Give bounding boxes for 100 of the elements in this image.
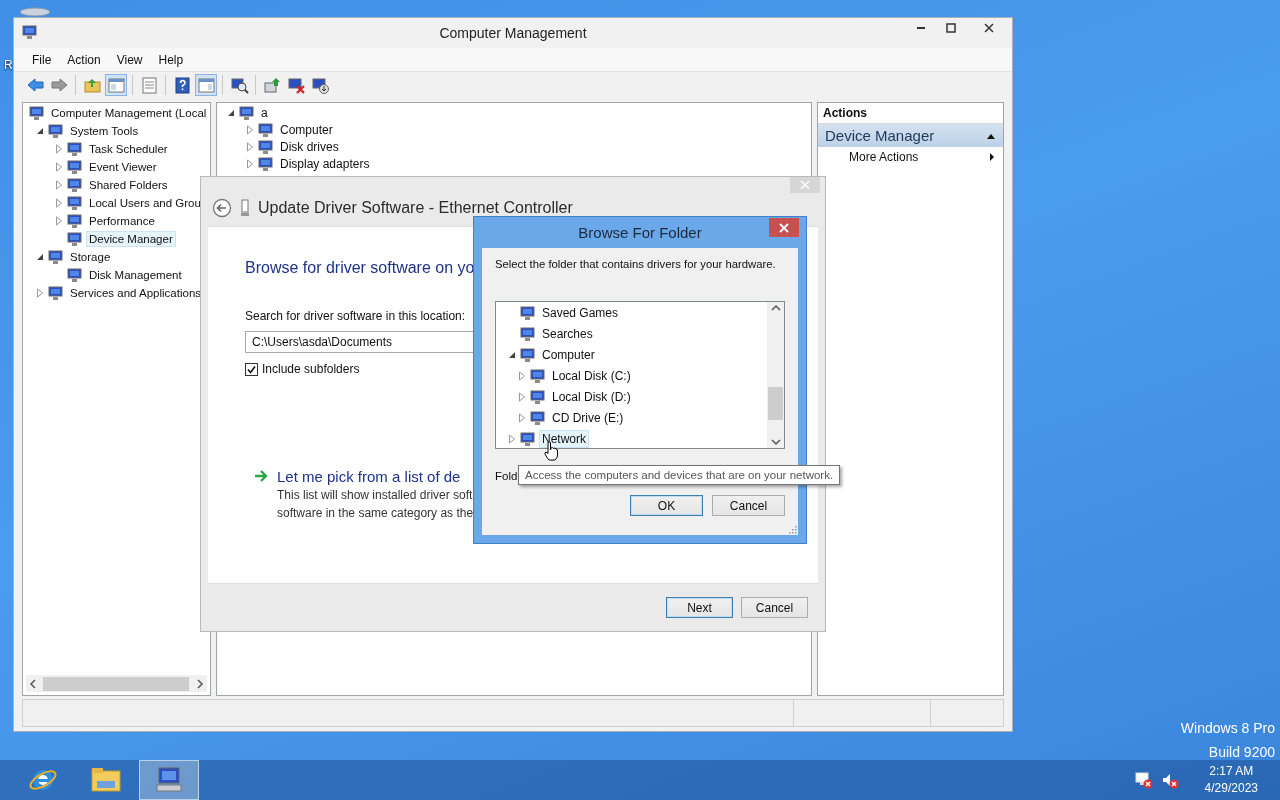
- tree-item[interactable]: Local Disk (C:): [549, 366, 634, 385]
- computer-icon: [154, 765, 184, 795]
- action-item[interactable]: More Actions: [818, 147, 1003, 167]
- computer-icon: [258, 155, 273, 172]
- instruction-text: Select the folder that contains drivers for your hardware.: [495, 258, 776, 270]
- menu-item[interactable]: Action: [59, 50, 109, 69]
- tree-item[interactable]: Searches: [539, 324, 596, 343]
- close-button[interactable]: [769, 218, 799, 237]
- desktop-icon-label: R: [4, 58, 13, 72]
- computer-icon: [67, 159, 82, 175]
- close-icon: [984, 23, 994, 33]
- dialog-button[interactable]: Cancel: [741, 597, 808, 618]
- computer-icon: [67, 195, 82, 211]
- scroll-thumb[interactable]: [43, 676, 189, 691]
- expand-arrow-icon[interactable]: [518, 412, 526, 423]
- list-icon: [139, 75, 159, 95]
- horizontal-scrollbar[interactable]: [26, 675, 207, 692]
- checkbox-label: Include subfolders: [262, 362, 360, 376]
- dialog-button[interactable]: Cancel: [712, 495, 785, 516]
- edition-text: Windows 8 Pro: [1180, 719, 1275, 738]
- network-error-icon[interactable]: [1134, 771, 1153, 789]
- tree-item[interactable]: Computer Management (Local: [48, 105, 210, 121]
- tree-pane-icon: [106, 75, 126, 95]
- minimize-icon: [916, 27, 926, 29]
- tree-item[interactable]: Disk drives: [277, 137, 342, 156]
- collapse-arrow-icon[interactable]: [36, 127, 44, 135]
- arrow-icon: [253, 468, 269, 484]
- expand-arrow-icon[interactable]: [55, 216, 63, 226]
- tree-item[interactable]: Computer: [539, 345, 598, 364]
- expand-arrow-icon[interactable]: [36, 288, 44, 298]
- menu-item[interactable]: Help: [150, 50, 192, 69]
- collapse-arrow-icon[interactable]: [36, 253, 44, 261]
- computer-icon: [48, 249, 63, 265]
- computer-icon: [48, 123, 63, 139]
- computer-icon: [530, 367, 545, 384]
- vertical-scrollbar[interactable]: [767, 302, 784, 448]
- expand-arrow-icon[interactable]: [246, 124, 254, 135]
- tree-item[interactable]: Local Disk (D:): [549, 387, 634, 406]
- disable-icon: [286, 75, 306, 95]
- computer-icon: [520, 304, 535, 321]
- expand-arrow-icon[interactable]: [55, 198, 63, 208]
- tree-item[interactable]: Disk Management: [86, 267, 185, 283]
- close-icon: [779, 222, 789, 233]
- expand-arrow-icon[interactable]: [518, 391, 526, 402]
- scroll-thumb[interactable]: [768, 387, 783, 420]
- tree-item[interactable]: Event Viewer: [86, 159, 160, 175]
- computer-icon: [29, 105, 44, 121]
- tree-item[interactable]: Local Users and Grou: [86, 195, 204, 211]
- menu-item[interactable]: View: [108, 50, 151, 69]
- checkbox[interactable]: [245, 362, 258, 376]
- tree-item[interactable]: Computer: [277, 120, 336, 139]
- actions-section-header[interactable]: Device Manager: [818, 124, 1003, 147]
- clock-date: 4/29/2023: [1204, 780, 1258, 797]
- computer-icon: [520, 346, 535, 363]
- scroll-down-icon[interactable]: [770, 436, 781, 448]
- tree-item[interactable]: Device Manager: [86, 231, 176, 247]
- tree-item[interactable]: Storage: [67, 249, 114, 265]
- expand-arrow-icon[interactable]: [246, 158, 254, 169]
- tree-item[interactable]: Saved Games: [539, 303, 622, 322]
- dialog-button[interactable]: Next: [666, 597, 733, 618]
- computer-icon: [258, 121, 273, 138]
- expand-arrow-icon[interactable]: [55, 180, 63, 190]
- hand-cursor-icon: [544, 441, 558, 461]
- check-icon: [247, 364, 256, 374]
- file-folder-icon: [91, 765, 121, 795]
- tree-item[interactable]: Task Scheduler: [86, 141, 171, 157]
- back-arrow-icon: [25, 75, 45, 95]
- folder-tree[interactable]: Saved Games Searches Computer Local Disk (C:) Local Disk (D:) CD Drive (E:) Network: [495, 301, 785, 449]
- computer-icon: [67, 213, 82, 229]
- tree-item[interactable]: Network: [539, 429, 589, 448]
- back-icon[interactable]: [212, 197, 232, 218]
- expand-arrow-icon[interactable]: [518, 370, 526, 381]
- computer-icon: [67, 267, 82, 283]
- menu-item[interactable]: File: [24, 50, 60, 69]
- tooltip: Access the computers and devices that are on your network.: [518, 465, 841, 485]
- option-link[interactable]: Let me pick from a list of de: [277, 468, 474, 485]
- clock-time: 2:17 AM: [1208, 763, 1255, 780]
- expand-arrow-icon[interactable]: [246, 141, 254, 152]
- tree-item[interactable]: Performance: [86, 213, 158, 229]
- collapse-arrow-icon[interactable]: [508, 350, 516, 359]
- tree-item[interactable]: Display adapters: [277, 154, 373, 173]
- taskbar-button[interactable]: [139, 760, 199, 800]
- maximize-icon: [946, 23, 956, 33]
- expand-arrow-icon[interactable]: [55, 144, 63, 154]
- tree-item[interactable]: a: [258, 103, 271, 122]
- tree-item[interactable]: CD Drive (E:): [549, 408, 627, 427]
- computer-icon: [520, 325, 535, 342]
- forward-arrow-icon: [49, 75, 69, 95]
- device-icon: [240, 198, 250, 217]
- expand-arrow-icon[interactable]: [55, 162, 63, 172]
- dialog-button[interactable]: OK: [630, 495, 703, 516]
- expand-arrow-icon[interactable]: [508, 433, 516, 444]
- computer-icon: [520, 430, 535, 447]
- computer-icon: [239, 104, 254, 121]
- tree-item[interactable]: System Tools: [67, 123, 142, 139]
- tree-item[interactable]: Shared Folders: [86, 177, 171, 193]
- clock[interactable]: 2:17 AM 4/29/2023: [1204, 763, 1258, 797]
- computer-icon: [258, 138, 273, 155]
- collapse-arrow-icon[interactable]: [227, 108, 235, 117]
- tree-item[interactable]: Services and Applications: [67, 285, 205, 301]
